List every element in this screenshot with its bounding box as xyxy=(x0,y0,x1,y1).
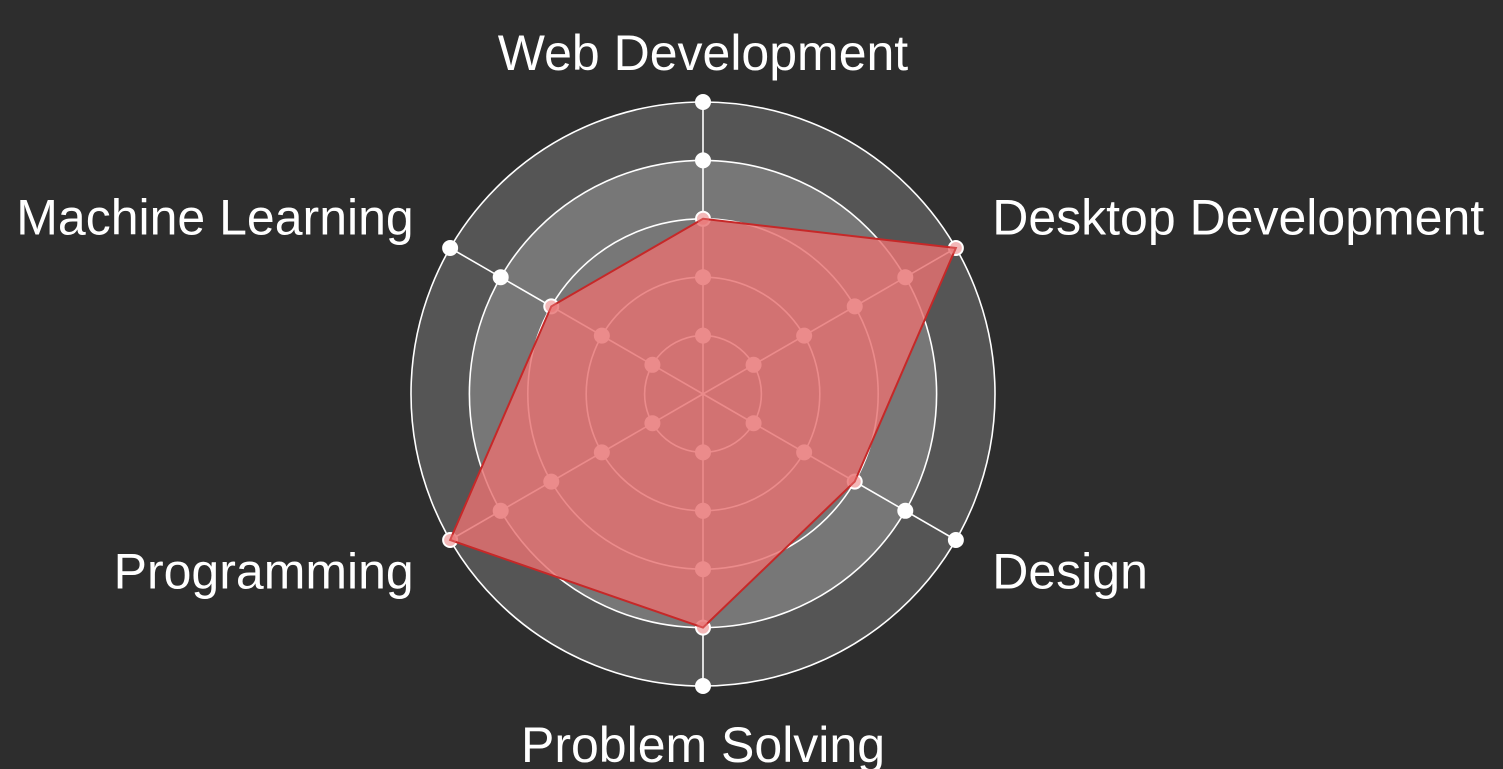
grid-dot xyxy=(695,94,711,110)
axis-label: Machine Learning xyxy=(16,190,414,246)
series-point xyxy=(697,212,709,225)
axis-label: Design xyxy=(992,544,1148,600)
axis-label: Desktop Development xyxy=(992,190,1484,246)
radar-chart-svg: Web Development Desktop Development Design… xyxy=(16,25,1484,769)
grid-dot xyxy=(695,152,711,169)
series-point xyxy=(545,300,558,313)
axis-label: Programming xyxy=(114,544,414,600)
series-point xyxy=(697,621,709,634)
axis-label: Problem Solving xyxy=(521,717,885,769)
grid-dot xyxy=(695,678,711,694)
grid-dot xyxy=(442,240,459,256)
axis-label: Web Development xyxy=(498,25,909,81)
grid-dot xyxy=(492,269,509,286)
series-point xyxy=(848,475,861,488)
grid-dot xyxy=(897,502,914,519)
series-point xyxy=(444,534,457,546)
series-point xyxy=(949,242,962,254)
radar-chart: Web Development Desktop Development Design… xyxy=(0,0,1503,769)
grid-dot xyxy=(947,532,964,548)
